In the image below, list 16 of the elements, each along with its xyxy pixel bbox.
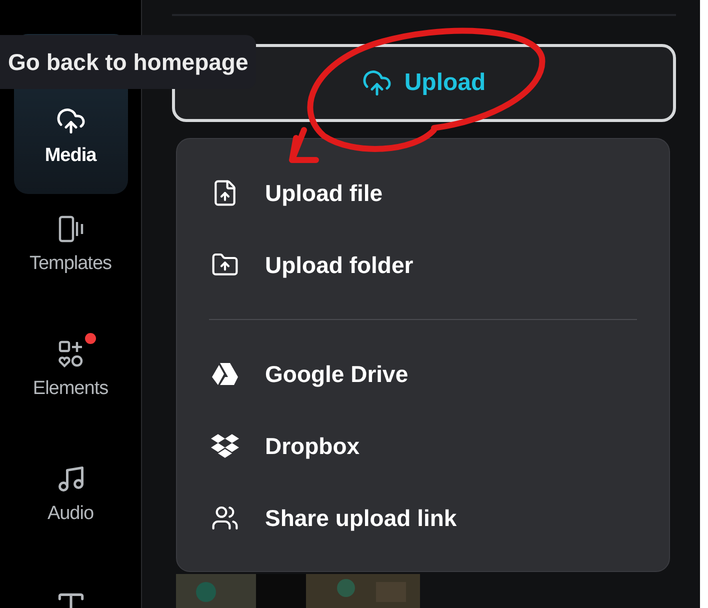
drive-icon bbox=[211, 361, 239, 387]
sidebar-item[interactable]: Templates bbox=[14, 202, 128, 327]
cloud-upload-icon bbox=[56, 106, 86, 136]
sidebar-item[interactable]: Audio bbox=[14, 452, 128, 577]
menu-item[interactable]: Share upload link bbox=[209, 482, 637, 554]
people-icon bbox=[211, 504, 239, 532]
menu-item[interactable]: Dropbox bbox=[209, 410, 637, 482]
music-note-icon bbox=[56, 464, 86, 494]
sidebar-item[interactable]: Elements bbox=[14, 327, 128, 452]
menu-item[interactable]: Google Drive bbox=[209, 338, 637, 410]
tooltip: Go back to homepage bbox=[0, 35, 256, 89]
cloud-upload-icon bbox=[362, 68, 392, 98]
menu-item[interactable]: Upload file bbox=[209, 157, 637, 229]
shapes-icon bbox=[56, 339, 86, 369]
menu-item[interactable]: Upload folder bbox=[209, 229, 637, 301]
dropbox-icon bbox=[211, 432, 239, 460]
